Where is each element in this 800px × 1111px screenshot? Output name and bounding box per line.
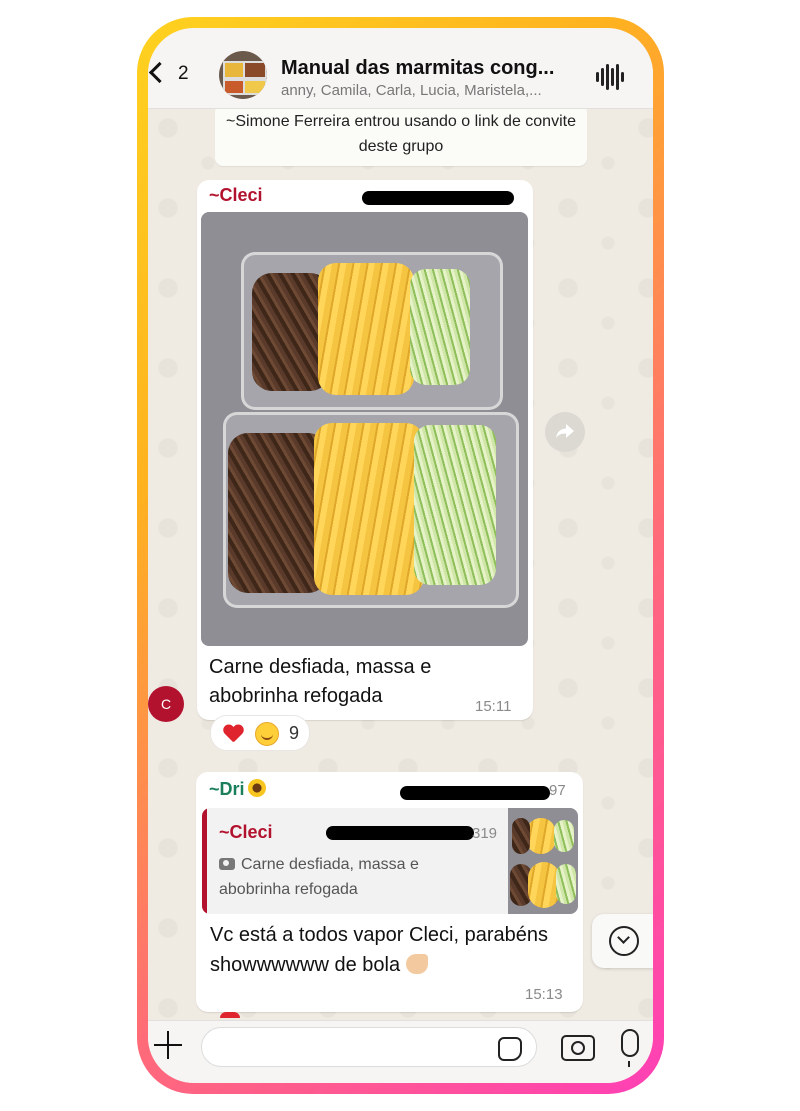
chevron-down-icon	[609, 926, 639, 956]
quote-sender: ~Cleci	[219, 822, 273, 842]
plus-icon[interactable]	[154, 1031, 182, 1059]
zucchini-portion	[410, 269, 470, 385]
food-tray	[241, 252, 503, 410]
reaction-count: 9	[289, 723, 300, 743]
food-tray	[223, 412, 519, 608]
message-time: 15:13	[525, 986, 563, 1003]
message-caption: Carne desfiada, massa e abobrinha refoga…	[209, 656, 432, 707]
group-avatar[interactable]	[219, 51, 267, 99]
group-title[interactable]: Manual das marmitas cong...	[281, 57, 581, 80]
unread-count: 2	[178, 63, 189, 84]
avatar-image-part	[243, 79, 267, 95]
camera-small-icon	[219, 858, 235, 870]
voice-chat-icon[interactable]	[596, 64, 626, 90]
message-input[interactable]	[201, 1027, 537, 1067]
avatar-image-part	[243, 61, 267, 79]
redacted-phone	[326, 826, 474, 840]
zucchini-portion	[556, 864, 576, 904]
group-members[interactable]: anny, Camila, Carla, Lucia, Maristela,..…	[281, 82, 581, 99]
quoted-message[interactable]: ~Cleci 319 Carne desfiada, massa e abobr…	[202, 808, 578, 914]
sticker-icon[interactable]	[498, 1037, 522, 1061]
message-bubble[interactable]: ~Cleci Carne desfiada, massa e abobrinha…	[197, 180, 533, 720]
sender-name: ~Dri	[209, 779, 245, 799]
zucchini-portion	[414, 425, 496, 585]
quote-phone-suffix: 319	[472, 825, 498, 842]
quote-accent-bar	[202, 808, 207, 914]
meat-portion	[228, 433, 328, 593]
zucchini-portion	[554, 820, 574, 852]
compose-bar	[148, 1020, 653, 1083]
flexed-biceps-icon	[405, 954, 428, 974]
forward-button[interactable]	[545, 412, 585, 452]
message-text: Vc está a todos vapor Cleci, parabéns sh…	[210, 920, 550, 980]
system-message: ~Simone Ferreira entrou usando o link de…	[215, 104, 587, 166]
quote-text-content: Carne desfiada, massa e abobrinha refoga…	[219, 856, 419, 898]
chat-screen: 2 Manual das marmitas cong... anny, Cami…	[148, 28, 653, 1083]
sunflower-icon	[247, 779, 266, 797]
heart-icon	[220, 1012, 240, 1018]
quote-thumbnail	[508, 808, 578, 914]
reactions-pill[interactable]: 9	[210, 715, 310, 751]
pasta-portion	[314, 423, 424, 595]
sender-avatar[interactable]: C	[148, 686, 184, 722]
message-bubble[interactable]: ~Dri 97 ~Cleci 319 Carne desfiada, massa…	[196, 772, 583, 1012]
message-photo[interactable]	[201, 212, 528, 646]
camera-icon[interactable]	[561, 1035, 595, 1061]
chat-header: 2 Manual das marmitas cong... anny, Cami…	[148, 28, 653, 109]
message-text-content: Vc está a todos vapor Cleci, parabéns sh…	[210, 924, 548, 976]
redacted-phone	[400, 786, 550, 800]
message-time: 15:11	[475, 698, 512, 715]
phone-suffix: 97	[549, 782, 566, 799]
pasta-portion	[318, 263, 414, 395]
message-sender: ~Cleci	[209, 185, 263, 205]
redacted-phone	[362, 191, 514, 205]
pasta-portion	[526, 818, 556, 854]
microphone-icon[interactable]	[621, 1029, 639, 1067]
scroll-to-bottom-button[interactable]	[592, 914, 653, 968]
quote-text: Carne desfiada, massa e abobrinha refoga…	[219, 852, 469, 902]
chevron-left-icon	[148, 61, 171, 84]
heart-icon	[223, 725, 243, 743]
smiling-face-icon	[255, 722, 279, 746]
meat-portion	[512, 818, 530, 854]
forward-arrow-icon	[556, 424, 574, 438]
back-button[interactable]: 2	[148, 61, 196, 90]
message-sender: ~Dri	[209, 779, 266, 800]
